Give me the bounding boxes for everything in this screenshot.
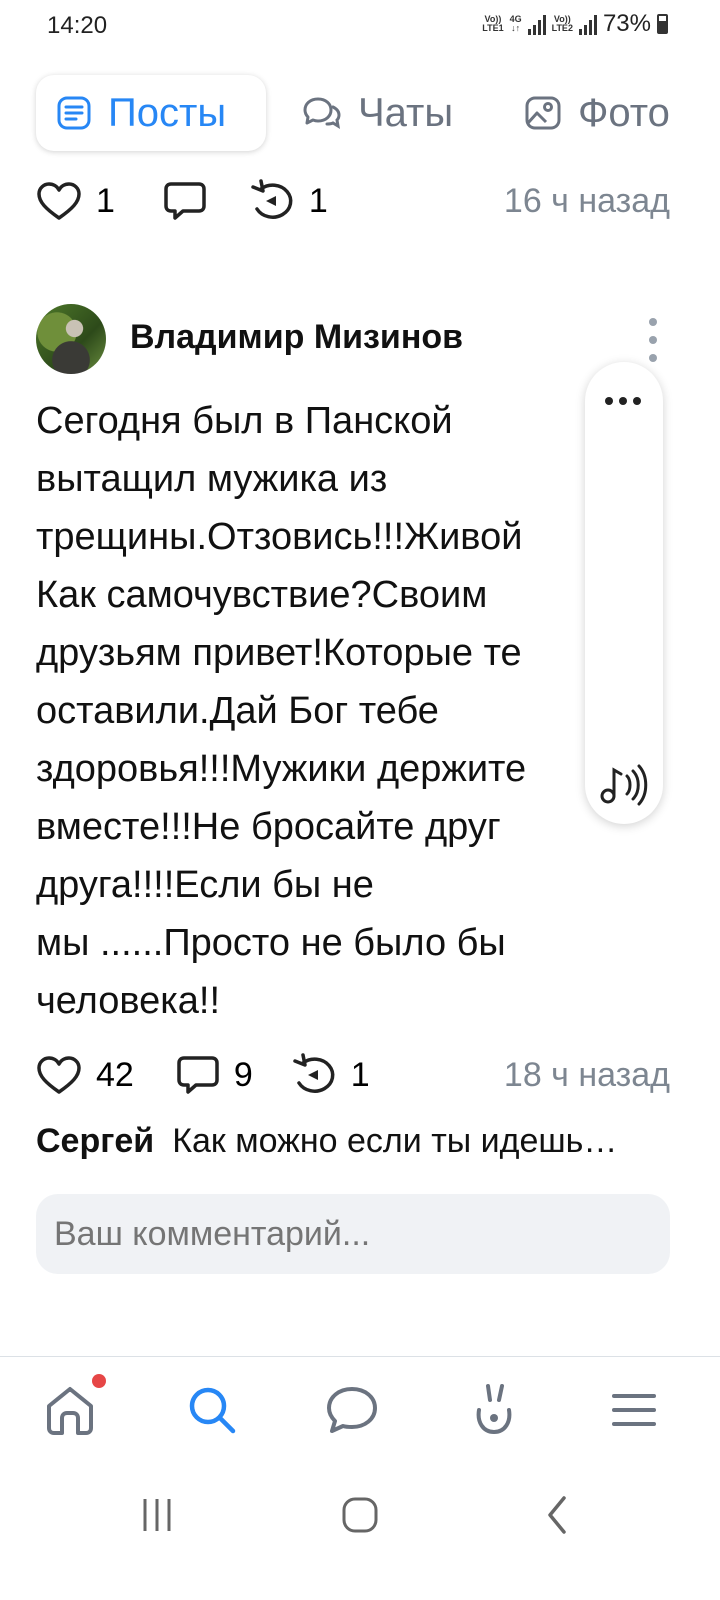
nav-home[interactable] bbox=[40, 1380, 100, 1440]
tab-posts[interactable]: Посты bbox=[36, 75, 266, 151]
recent-apps-icon bbox=[143, 1499, 171, 1531]
prev-comment-button[interactable] bbox=[163, 180, 207, 222]
chats-icon bbox=[303, 97, 341, 129]
like-button[interactable]: 42 bbox=[36, 1054, 134, 1096]
floating-panel bbox=[585, 362, 663, 824]
tab-chats-label: Чаты bbox=[358, 90, 454, 135]
prev-repost-count: 1 bbox=[308, 181, 328, 220]
status-bar: 14:20 Vo)) LTE1 4G ↓↑ Vo)) LTE2 73% bbox=[0, 0, 720, 52]
more-icon[interactable] bbox=[605, 397, 641, 405]
repost-icon bbox=[293, 1053, 335, 1093]
nav-messages[interactable] bbox=[322, 1380, 382, 1440]
status-icons: Vo)) LTE1 4G ↓↑ Vo)) LTE2 73% bbox=[482, 10, 668, 38]
messages-icon bbox=[327, 1387, 377, 1433]
photo-icon bbox=[525, 96, 561, 130]
posts-icon bbox=[57, 96, 91, 130]
post-menu-icon[interactable] bbox=[646, 318, 660, 362]
sim1-indicator: Vo)) LTE1 bbox=[482, 14, 504, 33]
home-icon bbox=[47, 1387, 93, 1435]
prev-like-count: 1 bbox=[96, 181, 115, 220]
prev-post-time: 16 ч назад bbox=[503, 181, 670, 220]
post-author[interactable]: Владимир Мизинов bbox=[130, 318, 463, 357]
tab-chats[interactable]: Чаты bbox=[302, 75, 453, 151]
author-avatar[interactable] bbox=[36, 304, 106, 374]
like-count: 42 bbox=[96, 1055, 134, 1094]
comment-preview[interactable]: Сергей Как можно если ты идешь… bbox=[36, 1122, 676, 1161]
status-time: 14:20 bbox=[47, 12, 108, 39]
post-actions: 42 9 1 18 ч назад bbox=[36, 1050, 670, 1100]
menu-icon bbox=[612, 1394, 656, 1426]
sim2-indicator: Vo)) LTE2 bbox=[551, 14, 573, 33]
repost-button[interactable]: 1 bbox=[291, 1053, 370, 1097]
repost-icon bbox=[251, 179, 293, 219]
battery-percent: 73% bbox=[602, 10, 651, 37]
tab-posts-label: Посты bbox=[108, 90, 227, 135]
clips-icon bbox=[476, 1384, 512, 1435]
comment-icon bbox=[177, 1056, 219, 1094]
home-button-icon bbox=[342, 1497, 378, 1533]
prev-like-button[interactable]: 1 bbox=[36, 180, 115, 222]
comment-button[interactable]: 9 bbox=[176, 1054, 253, 1096]
back-icon bbox=[548, 1496, 566, 1534]
search-icon bbox=[189, 1387, 236, 1434]
repost-count: 1 bbox=[350, 1055, 370, 1094]
signal-icon bbox=[527, 13, 546, 35]
notification-badge bbox=[92, 1374, 106, 1388]
battery-icon bbox=[657, 14, 668, 34]
nav-divider bbox=[0, 1356, 720, 1357]
post-text: Сегодня был в Панской вытащил мужика из … bbox=[36, 400, 527, 1022]
nav-menu[interactable] bbox=[604, 1380, 664, 1440]
comment-icon bbox=[164, 182, 206, 220]
nav-search[interactable] bbox=[182, 1380, 242, 1440]
network-indicator: 4G ↓↑ bbox=[509, 14, 522, 33]
home-button[interactable] bbox=[333, 1490, 387, 1540]
signal2-icon bbox=[578, 13, 597, 35]
nav-clips[interactable] bbox=[464, 1380, 524, 1440]
tab-photo[interactable]: Фото bbox=[524, 75, 670, 151]
comment-input[interactable] bbox=[36, 1194, 670, 1274]
post-time: 18 ч назад bbox=[503, 1055, 670, 1094]
comment-author: Сергей bbox=[36, 1122, 155, 1160]
audio-icon[interactable] bbox=[599, 762, 649, 808]
tab-photo-label: Фото bbox=[578, 90, 670, 135]
prev-repost-button[interactable]: 1 bbox=[249, 179, 328, 223]
comment-text: Как можно если ты идешь… bbox=[172, 1122, 618, 1160]
comment-count: 9 bbox=[233, 1055, 253, 1094]
back-button[interactable] bbox=[530, 1490, 584, 1540]
recent-apps-button[interactable] bbox=[130, 1490, 184, 1540]
heart-icon bbox=[37, 182, 81, 220]
heart-icon bbox=[37, 1056, 81, 1094]
prev-post-actions: 1 1 16 ч назад bbox=[36, 176, 670, 226]
